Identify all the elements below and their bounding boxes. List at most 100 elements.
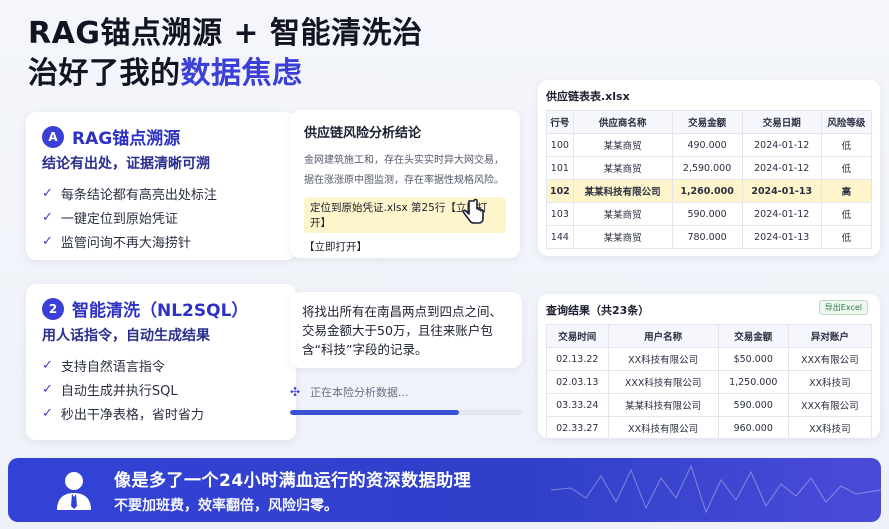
supply-table-title: 供应链表表.xlsx [546,90,630,103]
prompt-text: 将找出所有在南昌两点到四点之间、交易金额大于50万，且往来账户包含“科技”字段的… [302,304,503,357]
supply-table-cell: 1,260.000 [671,179,743,203]
supply-table-cell: 100 [546,133,574,157]
check-icon: ✓ [42,233,53,249]
title-line-2-highlight: 数据焦虑 [180,56,303,91]
supply-table-cell: 2024-01-12 [741,156,822,180]
table-row: 02.13.22 XX科技有限公司 $50.000 XXX有限公司 [546,347,873,371]
supply-table-header-cell: 供应商名称 [572,110,673,134]
query-table-cell: 590.000 [717,393,789,417]
supply-table-header-cell: 交易金额 [671,110,743,134]
check-icon: ✓ [42,185,53,201]
progress-bar-fill [290,410,460,415]
table-row: 03.33.24 某某科技有限公司 590.000 XXX有限公司 [546,393,873,417]
list-item: ✓ 自动生成并执行SQL [42,377,280,401]
conclusion-title: 供应链风险分析结论 [304,126,422,141]
query-table-cell: XXX科技有限公司 [607,370,719,394]
query-table-header-cell: 异对账户 [787,324,873,348]
bottom-banner: 像是多了一个24小时满血运行的资深数据助理 不要加班费，效率翻倍，风险归零。 [8,458,881,522]
table-row: 144 某某商贸 780.000 2024-01-13 低 [546,225,873,249]
banner-text: 像是多了一个24小时满血运行的资深数据助理 不要加班费，效率翻倍，风险归零。 [114,466,471,515]
title-line-2-plain: 治好了我的 [28,56,181,91]
feature-nl2sql-subtitle: 用人话指令，自动生成结果 [42,328,210,344]
list-item-text: 支持自然语言指令 [60,359,165,375]
export-excel-button[interactable]: 导出Excel [818,300,868,315]
table-row: 101 某某商贸 2,590.000 2024-01-12 低 [546,156,873,180]
feature-rag-subtitle: 结论有出处，证据清晰可溯 [42,156,210,172]
supply-table-cell: 102 [546,179,574,203]
list-item-text: 一键定位到原始凭证 [60,211,178,227]
check-icon: ✓ [42,381,53,397]
query-table-cell: 某某科技有限公司 [607,393,719,417]
list-item: ✓ 支持自然语言指令 [42,353,280,377]
supply-table: 行号 供应商名称 交易金额 交易日期 风险等级 100 某某商贸 490.000 2024-0… [546,110,873,249]
feature-nl2sql-title: 智能清洗（NL2SQL） [72,301,249,321]
conclusion-line-1: 金网建筑施工和，存在头实实时异大网交易， [304,155,504,166]
supply-table-cell: 490.000 [671,133,743,157]
progress-bar [290,410,522,415]
page-title: RAG锚点溯源 + 智能清洗治 治好了我的数据焦虑 [28,14,422,94]
query-table-header-cell: 用户名称 [607,324,719,348]
supply-table-cell: 103 [546,202,574,226]
query-table-cell: 02.13.22 [546,347,609,371]
table-row: 02.33.27 XX科技有限公司 960.000 XX科技司 [546,416,873,440]
feature-rag-list: ✓ 每条结论都有高亮出处标注 ✓ 一键定位到原始凭证 ✓ 监管问询不再大海捞针 [42,181,280,253]
supply-table-cell: 2,590.000 [671,156,743,180]
query-table-card: 查询结果（共23条） 导出Excel 交易时间 用户名称 交易金额 异对账户 02.1… [538,294,880,440]
supply-table-header-cell: 交易日期 [741,110,822,134]
supply-table-cell: 高 [820,179,873,203]
query-table-cell: XXX有限公司 [787,393,873,417]
supply-table-cell: 101 [546,156,574,180]
query-table-cell: XX科技有限公司 [607,347,719,371]
list-item-text: 秒出干净表格，省时省力 [60,407,204,423]
list-item: ✓ 秒出干净表格，省时省力 [42,401,280,425]
title-line-1: RAG锚点溯源 + 智能清洗治 [28,16,423,51]
person-avatar-icon [54,470,94,510]
feature-nl2sql-list: ✓ 支持自然语言指令 ✓ 自动生成并执行SQL ✓ 秒出干净表格，省时省力 [42,353,280,425]
open-now-link[interactable]: 【立即打开】 [304,239,506,254]
query-table-cell: XX科技司 [787,416,873,440]
supply-table-cell: 低 [820,202,873,226]
supply-table-cell: 低 [820,225,873,249]
feature-card-nl2sql: 2 智能清洗（NL2SQL） 用人话指令，自动生成结果 ✓ 支持自然语言指令 ✓ 自… [26,284,296,440]
supply-table-cell: 2024-01-13 [741,179,822,203]
list-item: ✓ 每条结论都有高亮出处标注 [42,181,280,205]
list-item-text: 监管问询不再大海捞针 [60,235,191,251]
query-table-cell: 1,250.000 [717,370,789,394]
query-table-cell: XXX有限公司 [787,347,873,371]
list-item: ✓ 监管问询不再大海捞针 [42,229,280,253]
prompt-card[interactable]: 将找出所有在南昌两点到四点之间、交易金额大于50万，且往来账户包含“科技”字段的… [290,292,522,368]
query-table-cell: 03.33.24 [546,393,609,417]
feature-nl2sql-header: 2 智能清洗（NL2SQL） [42,296,280,321]
supply-table-cell: 某某商贸 [572,133,673,157]
list-item: ✓ 一键定位到原始凭证 [42,205,280,229]
supply-table-cell: 某某科技有限公司 [572,179,673,203]
query-table-cell: $50.000 [717,347,789,371]
feature-rag-title: RAG锚点溯源 [72,129,181,149]
supply-table-header-cell: 风险等级 [820,110,873,134]
supply-table-cell: 2024-01-12 [741,133,822,157]
supply-table-cell: 某某商贸 [572,202,673,226]
query-table-header-cell: 交易金额 [717,324,789,348]
supply-table-header-cell: 行号 [546,110,574,134]
query-table-cell: XX科技司 [787,370,873,394]
supply-table-card: 供应链表表.xlsx 行号 供应商名称 交易金额 交易日期 风险等级 100 某某商贸 49… [538,80,880,256]
nl2sql-icon: 2 [42,297,64,320]
supply-table-cell: 低 [820,156,873,180]
supply-table-cell: 2024-01-13 [741,225,822,249]
check-icon: ✓ [42,357,53,373]
check-icon: ✓ [42,209,53,225]
sparkle-icon: ✣ [290,385,301,399]
conclusion-card: 供应链风险分析结论 金网建筑施工和，存在头实实时异大网交易， 据在涨涨原中图监测… [290,110,520,258]
progress-area: ✣ 正在本险分析数据... [290,384,522,415]
progress-row: ✣ 正在本险分析数据... [290,384,522,400]
query-table-header-cell: 交易时间 [546,324,609,348]
conclusion-line-2: 据在涨涨原中图监测，存在率据性规格风险。 [304,175,504,186]
table-row: 102 某某科技有限公司 1,260.000 2024-01-13 高 [546,179,873,203]
supply-table-cell: 2024-01-12 [741,202,822,226]
title-line-2: 治好了我的数据焦虑 [28,54,422,94]
hand-cursor-icon [460,198,486,232]
table-row: 100 某某商贸 490.000 2024-01-12 低 [546,133,873,157]
query-table-cell: 960.000 [717,416,789,440]
query-table: 交易时间 用户名称 交易金额 异对账户 02.13.22 XX科技有限公司 $50.000… [546,324,873,440]
wave-decoration [551,464,881,514]
